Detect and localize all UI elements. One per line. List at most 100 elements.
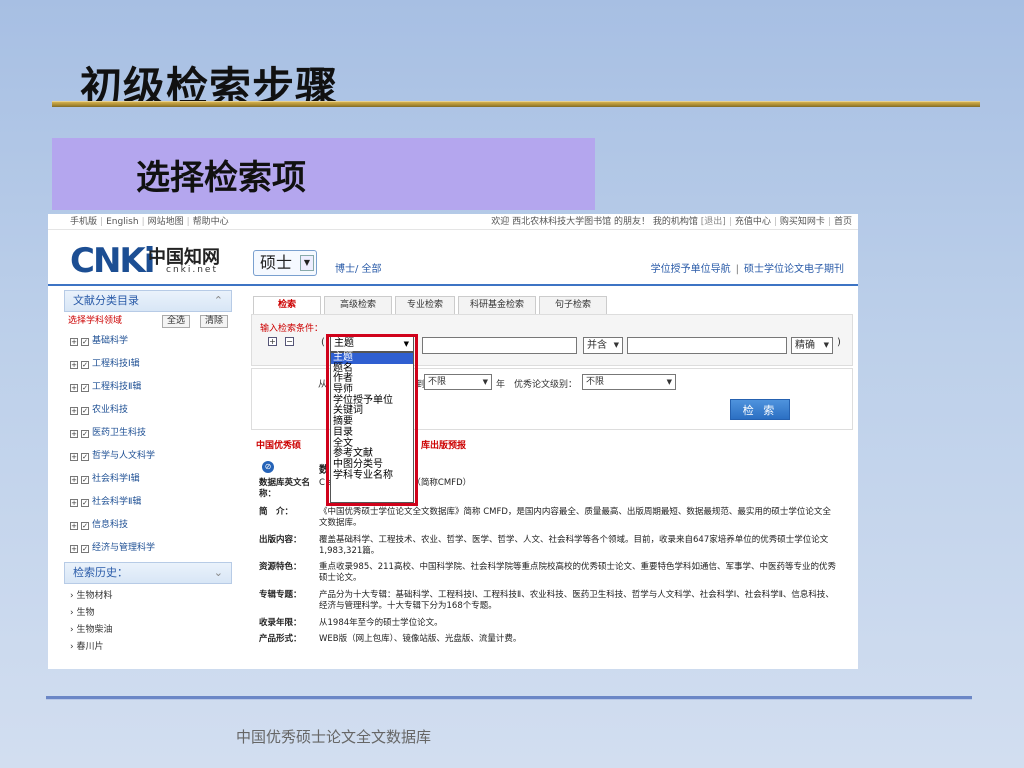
category-item[interactable]: + ✓ 社会科学Ⅰ辑	[64, 468, 232, 491]
select-field-label: 选择学科领域	[68, 316, 123, 326]
checkbox[interactable]: ✓	[81, 545, 89, 553]
tab-fund-search[interactable]: 科研基金检索	[458, 296, 536, 314]
info-key: 专辑专题：	[259, 590, 302, 600]
expand-icon[interactable]: +	[70, 407, 78, 415]
category-item[interactable]: + ✓ 基础科学	[64, 330, 232, 353]
promo-link[interactable]: 中国优秀硕	[256, 438, 301, 451]
checkbox[interactable]: ✓	[81, 338, 89, 346]
info-icon: ⊘	[262, 461, 274, 473]
link-home[interactable]: 首页	[834, 217, 852, 227]
expand-icon[interactable]: +	[70, 384, 78, 392]
chevron-down-icon: ▼	[823, 341, 829, 349]
category-label: 医药卫生科技	[92, 428, 147, 438]
checkbox[interactable]: ✓	[81, 476, 89, 484]
info-key: 收录年限：	[259, 618, 302, 628]
promo-link-2[interactable]: 库出版预报	[421, 438, 466, 451]
category-item[interactable]: + ✓ 工程科技Ⅱ辑	[64, 376, 232, 399]
category-label: 农业科技	[92, 405, 129, 415]
category-header[interactable]: 文献分类目录 ⌃	[64, 290, 232, 312]
expand-icon[interactable]: +	[70, 338, 78, 346]
tab-basic-search[interactable]: 检索	[253, 296, 321, 314]
expand-icon[interactable]: +	[70, 545, 78, 553]
category-item[interactable]: + ✓ 工程科技Ⅰ辑	[64, 353, 232, 376]
history-list: › 生物材料 › 生物 › 生物柴油 › 春川片	[64, 584, 232, 656]
keyword-input[interactable]	[422, 337, 577, 354]
match-select[interactable]: 精确 ▼	[791, 337, 833, 354]
expand-icon[interactable]: +	[70, 430, 78, 438]
checkbox[interactable]: ✓	[81, 499, 89, 507]
keyword-input-2[interactable]	[627, 337, 787, 354]
title-underline	[52, 101, 980, 107]
history-header[interactable]: 检索历史： ⌄	[64, 562, 232, 584]
link-sitemap[interactable]: 网站地图	[148, 217, 184, 227]
category-item[interactable]: + ✓ 农业科技	[64, 399, 232, 422]
expand-icon[interactable]: +	[70, 453, 78, 461]
category-item[interactable]: + ✓ 经济与管理科学	[64, 537, 232, 560]
category-item[interactable]: + ✓ 社会科学Ⅱ辑	[64, 491, 232, 514]
checkbox[interactable]: ✓	[81, 384, 89, 392]
category-item[interactable]: + ✓ 信息科技	[64, 514, 232, 537]
collapse-icon[interactable]: ⌄	[214, 563, 223, 583]
link-english[interactable]: English	[106, 217, 139, 227]
cnki-logo[interactable]: CNKi	[70, 241, 155, 281]
history-title: 检索历史：	[73, 566, 128, 579]
checkbox[interactable]: ✓	[81, 453, 89, 461]
link-my-library[interactable]: 我的机构馆	[653, 217, 698, 227]
link-help[interactable]: 帮助中心	[193, 217, 229, 227]
link-recharge[interactable]: 充值中心	[735, 217, 771, 227]
remove-row-icon[interactable]: −	[285, 337, 294, 346]
link-mobile[interactable]: 手机版	[70, 217, 97, 227]
history-item[interactable]: › 生物材料	[64, 588, 232, 605]
select-all-button[interactable]: 全选	[162, 315, 191, 328]
clear-button[interactable]: 清除	[200, 315, 229, 328]
checkbox[interactable]: ✓	[81, 407, 89, 415]
expand-icon[interactable]: +	[70, 361, 78, 369]
link-logout[interactable]: [退出]	[701, 217, 726, 227]
chevron-down-icon: ▼	[666, 378, 672, 386]
category-actions: 选择学科领域 全选 清除	[64, 312, 232, 330]
history-item[interactable]: › 生物柴油	[64, 622, 232, 639]
expand-icon[interactable]: +	[70, 476, 78, 484]
cnki-screenshot: 手机版 | English | 网站地图 | 帮助中心 欢迎 西北农林科技大学图书馆 的朋友…	[48, 214, 858, 669]
highlight-frame	[326, 334, 418, 506]
info-value: 从1984年至今的硕士学位论文。	[319, 618, 443, 628]
history-item[interactable]: › 春川片	[64, 639, 232, 656]
database-select[interactable]: 硕士 ▼	[253, 250, 317, 276]
welcome-text: 欢迎 西北农林科技大学图书馆 的朋友！	[491, 217, 651, 227]
category-item[interactable]: + ✓ 医药卫生科技	[64, 422, 232, 445]
history-item[interactable]: › 生物	[64, 605, 232, 622]
tab-advanced-search[interactable]: 高级检索	[324, 296, 392, 314]
checkbox[interactable]: ✓	[81, 430, 89, 438]
checkbox[interactable]: ✓	[81, 522, 89, 530]
history-label: 生物柴油	[76, 625, 113, 635]
top-right-links: 欢迎 西北农林科技大学图书馆 的朋友！ 我的机构馆 [退出] | 充值中心 | 购买知网…	[491, 217, 852, 227]
year-select[interactable]: 不限 ▼	[424, 374, 492, 390]
add-row-icon[interactable]: +	[268, 337, 277, 346]
tab-professional-search[interactable]: 专业检索	[395, 296, 455, 314]
link-buy-card[interactable]: 购买知网卡	[780, 217, 825, 227]
collapse-icon[interactable]: ⌃	[214, 291, 223, 311]
header-nav: 学位授予单位导航 | 硕士学位论文电子期刊	[650, 264, 844, 275]
history-label: 生物	[76, 608, 95, 618]
subtitle-box: 选择检索项	[52, 138, 595, 210]
close-paren: )	[837, 337, 841, 348]
cnki-logo-sub: cnki.net	[166, 265, 218, 275]
info-key: 简 介：	[259, 507, 294, 517]
checkbox[interactable]: ✓	[81, 361, 89, 369]
category-item[interactable]: + ✓ 哲学与人文科学	[64, 445, 232, 468]
link-ejournal[interactable]: 硕士学位论文电子期刊	[744, 264, 844, 275]
expand-icon[interactable]: +	[70, 499, 78, 507]
tab-sentence-search[interactable]: 句子检索	[539, 296, 607, 314]
top-left-links: 手机版 | English | 网站地图 | 帮助中心	[70, 217, 229, 227]
level-select[interactable]: 不限 ▼	[582, 374, 676, 390]
info-key: 资源特色：	[259, 562, 302, 572]
logic-select[interactable]: 并含 ▼	[583, 337, 623, 354]
link-institution-nav[interactable]: 学位授予单位导航	[651, 264, 731, 275]
breadcrumb[interactable]: 博士/ 全部	[335, 260, 382, 275]
year-value: 不限	[428, 377, 447, 387]
header-divider	[48, 284, 858, 286]
expand-icon[interactable]: +	[70, 522, 78, 530]
info-value: 产品分为十大专辑：基础科学、工程科技Ⅰ、工程科技Ⅱ、农业科技、医药卫生科技、哲学…	[319, 590, 834, 611]
open-paren: (	[321, 337, 325, 348]
search-button[interactable]: 检 索	[730, 399, 790, 420]
